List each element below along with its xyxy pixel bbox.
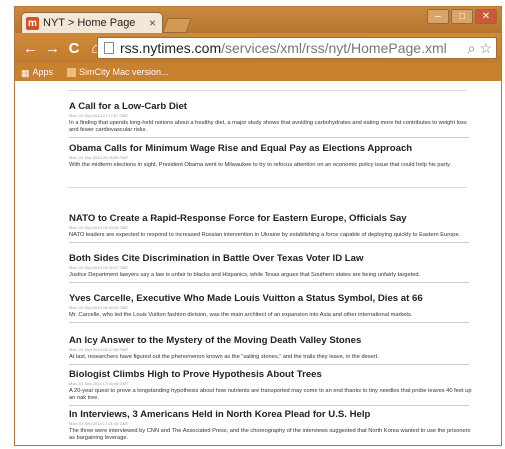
page-icon — [104, 42, 114, 54]
item-date: Mon, 01 Sep 2014 17:45:48 GMT — [69, 381, 129, 386]
item-title[interactable]: NATO to Create a Rapid-Response Force fo… — [69, 213, 473, 225]
item-description: With the midterm elections in sight, Pre… — [69, 162, 452, 168]
feed-item: A Call for a Low-Carb Diet Mon, 01 Sep 2… — [69, 101, 473, 138]
feed-item: Yves Carcelle, Executive Who Made Louis … — [69, 293, 473, 323]
forward-button[interactable]: → — [45, 40, 60, 57]
minimize-button[interactable]: – — [427, 9, 449, 24]
url-host: rss.nytimes.com — [120, 40, 222, 56]
nyt-favicon-icon: m — [26, 16, 39, 30]
bookmark-label: Apps — [32, 67, 54, 77]
item-description: NATO leaders are expected to respond to … — [69, 232, 461, 238]
item-divider — [69, 322, 469, 323]
item-description: In a finding that upends long-held notio… — [69, 120, 467, 133]
bookmark-page-icon — [67, 67, 77, 77]
item-title[interactable]: A Call for a Low-Carb Diet — [69, 101, 473, 113]
item-divider — [69, 282, 469, 283]
item-description: The three were interviewed by CNN and Th… — [69, 428, 471, 441]
item-date: Mon, 01 Sep 2014 18:49:10 GMT — [69, 305, 129, 310]
maximize-button[interactable]: □ — [451, 9, 473, 24]
item-divider — [69, 137, 469, 138]
item-date: Mon, 01 Sep 2014 18:12:28 GMT — [69, 347, 129, 352]
window-controls: – □ ✕ — [427, 9, 497, 24]
tab-title: NYT > Home Page — [43, 17, 136, 29]
bookmark-label: SimCity Mac version... — [79, 67, 169, 77]
item-description: At last, researchers have figured out th… — [69, 354, 379, 360]
feed-item: Obama Calls for Minimum Wage Rise and Eq… — [69, 143, 473, 169]
item-title[interactable]: Yves Carcelle, Executive Who Made Louis … — [69, 293, 473, 305]
tab-close-icon[interactable]: × — [149, 16, 156, 30]
browser-window: m NYT > Home Page × – □ ✕ ← → C ⌂ rss.ny… — [14, 6, 502, 446]
apps-grid-icon: ▦ — [21, 67, 30, 78]
item-title[interactable]: An Icy Answer to the Mystery of the Movi… — [69, 335, 473, 347]
feed-item: NATO to Create a Rapid-Response Force fo… — [69, 213, 473, 243]
close-icon: ✕ — [481, 11, 491, 22]
divider — [67, 90, 467, 91]
item-date: Mon, 01 Sep 2014 19:33:16 GMT — [69, 225, 129, 230]
feed-item: In Interviews, 3 Americans Held in North… — [69, 409, 473, 442]
bookmarks-bar: ▦ Apps SimCity Mac version... — [15, 63, 501, 81]
item-date: Mon, 01 Sep 2014 17:01:35 GMT — [69, 421, 129, 426]
back-button[interactable]: ← — [23, 40, 38, 57]
item-date: Mon, 01 Sep 2014 21:17:57 GMT — [69, 113, 129, 118]
item-title[interactable]: Both Sides Cite Discrimination in Battle… — [69, 253, 473, 265]
item-title[interactable]: Biologist Climbs High to Prove Hypothesi… — [69, 369, 473, 381]
close-window-button[interactable]: ✕ — [475, 9, 497, 24]
item-divider — [69, 364, 469, 365]
search-icon[interactable]: ⌕ — [468, 40, 476, 57]
item-description: Mr. Carcelle, who led the Louis Vuitton … — [69, 312, 413, 318]
item-description: A 20-year quest to prove a longstanding … — [69, 388, 472, 401]
item-title[interactable]: Obama Calls for Minimum Wage Rise and Eq… — [69, 143, 473, 155]
feed-item: Both Sides Cite Discrimination in Battle… — [69, 253, 473, 283]
tab-nyt-home-page[interactable]: m NYT > Home Page × — [21, 12, 163, 33]
item-date: Mon, 01 Sep 2014 19:25:07 GMT — [69, 265, 129, 270]
item-title[interactable]: In Interviews, 3 Americans Held in North… — [69, 409, 473, 421]
url-path: /services/xml/rss/nyt/HomePage.xml — [221, 40, 447, 56]
bookmark-star-icon[interactable]: ☆ — [479, 40, 492, 57]
divider — [67, 187, 467, 188]
bookmark-apps[interactable]: ▦ Apps — [21, 67, 54, 78]
new-tab-button[interactable] — [162, 18, 192, 33]
item-divider — [69, 242, 469, 243]
address-bar[interactable]: rss.nytimes.com/services/xml/rss/nyt/Hom… — [97, 37, 497, 59]
item-description: Justice Department lawyers say a law is … — [69, 272, 421, 278]
item-divider — [69, 405, 469, 406]
item-date: Mon, 01 Sep 2014 20:26:55 GMT — [69, 155, 129, 160]
rss-feed-content: A Call for a Low-Carb Diet Mon, 01 Sep 2… — [15, 81, 501, 445]
feed-item: Biologist Climbs High to Prove Hypothesi… — [69, 369, 473, 406]
maximize-icon: □ — [458, 11, 466, 22]
minimize-icon: – — [435, 11, 441, 22]
feed-item: An Icy Answer to the Mystery of the Movi… — [69, 335, 473, 365]
browser-toolbar: ← → C ⌂ rss.nytimes.com/services/xml/rss… — [15, 33, 501, 63]
reload-button[interactable]: C — [67, 40, 81, 57]
bookmark-simcity[interactable]: SimCity Mac version... — [67, 67, 169, 77]
tab-strip: m NYT > Home Page × – □ ✕ — [15, 7, 501, 33]
